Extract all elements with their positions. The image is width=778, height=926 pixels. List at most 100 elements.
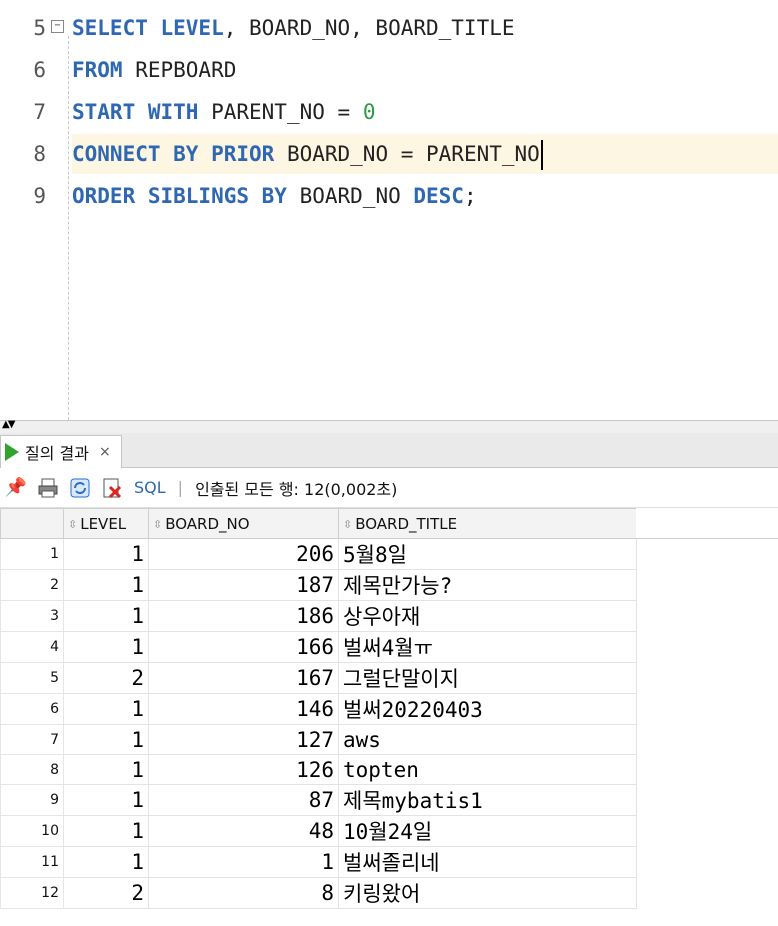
editor-line[interactable]: 5 SELECT LEVEL, BOARD_NO, BOARD_TITLE bbox=[0, 8, 778, 48]
cell-level[interactable]: 1 bbox=[63, 784, 149, 816]
cell-level[interactable]: 1 bbox=[63, 754, 149, 785]
cell-board-no[interactable]: 126 bbox=[148, 754, 339, 785]
column-header-label: BOARD_NO bbox=[165, 514, 250, 533]
grid-body: 1 1 206 5월8일 2 1 187 제목만가능? 3 1 186 상우아재 4 1 166 벌써4월ㅠ 5… bbox=[0, 538, 637, 909]
column-header-board-title[interactable]: ⇳ BOARD_TITLE bbox=[338, 508, 637, 539]
editor-line[interactable]: 7 START WITH PARENT_NO = 0 bbox=[0, 92, 778, 132]
sql-text: BOARD_NO = PARENT_NO bbox=[274, 142, 540, 166]
splitter-arrows-icon[interactable]: ▲▼ bbox=[2, 419, 15, 430]
code-text[interactable]: CONNECT BY PRIOR BOARD_NO = PARENT_NO bbox=[72, 134, 778, 174]
table-row[interactable]: 5 2 167 그럴단말이지 bbox=[0, 662, 637, 694]
sql-text: , BOARD_NO, BOARD_TITLE bbox=[223, 16, 515, 40]
cell-board-title[interactable]: 상우아재 bbox=[338, 600, 637, 632]
cell-level[interactable]: 1 bbox=[63, 631, 149, 663]
column-header-label: BOARD_TITLE bbox=[355, 514, 458, 533]
sql-text: BOARD_NO bbox=[286, 184, 414, 208]
table-row[interactable]: 2 1 187 제목만가능? bbox=[0, 569, 637, 601]
cell-board-no[interactable]: 87 bbox=[148, 784, 339, 816]
cell-board-title[interactable]: 벌써20220403 bbox=[338, 693, 637, 725]
row-number: 7 bbox=[0, 724, 64, 755]
tab-query-result[interactable]: 질의 결과 × bbox=[0, 435, 122, 468]
cell-board-no[interactable]: 206 bbox=[148, 538, 339, 570]
code-text[interactable]: START WITH PARENT_NO = 0 bbox=[72, 92, 778, 132]
cell-board-no[interactable]: 8 bbox=[148, 877, 339, 909]
row-number: 12 bbox=[0, 877, 64, 909]
cell-level[interactable]: 1 bbox=[63, 724, 149, 755]
cell-board-no[interactable]: 146 bbox=[148, 693, 339, 725]
row-number: 11 bbox=[0, 846, 64, 878]
editor-line[interactable]: 6 FROM REPBOARD bbox=[0, 50, 778, 90]
table-row[interactable]: 12 2 8 키링왔어 bbox=[0, 877, 637, 909]
column-header-level[interactable]: ⇳ LEVEL bbox=[63, 508, 149, 539]
cell-level[interactable]: 2 bbox=[63, 877, 149, 909]
cell-board-title[interactable]: 10월24일 bbox=[338, 815, 637, 847]
cell-level[interactable]: 1 bbox=[63, 600, 149, 632]
code-text[interactable]: FROM REPBOARD bbox=[72, 50, 778, 90]
cell-level[interactable]: 1 bbox=[63, 693, 149, 725]
editor-line[interactable]: 8 CONNECT BY PRIOR BOARD_NO = PARENT_NO bbox=[0, 134, 778, 174]
table-row[interactable]: 8 1 126 topten bbox=[0, 754, 637, 785]
sql-keyword: DESC bbox=[413, 184, 464, 208]
table-row[interactable]: 11 1 1 벌써졸리네 bbox=[0, 846, 637, 878]
table-row[interactable]: 7 1 127 aws bbox=[0, 724, 637, 755]
cell-level[interactable]: 2 bbox=[63, 662, 149, 694]
sort-icon[interactable]: ⇳ bbox=[68, 518, 77, 531]
cell-board-title[interactable]: 제목mybatis1 bbox=[338, 784, 637, 816]
sort-icon[interactable]: ⇳ bbox=[153, 518, 162, 531]
cell-board-title[interactable]: aws bbox=[338, 724, 637, 755]
line-number: 9 bbox=[33, 184, 46, 208]
cell-board-no[interactable]: 186 bbox=[148, 600, 339, 632]
table-row[interactable]: 6 1 146 벌써20220403 bbox=[0, 693, 637, 725]
code-text[interactable]: ORDER SIBLINGS BY BOARD_NO DESC; bbox=[72, 176, 778, 216]
tab-close-icon[interactable]: × bbox=[99, 444, 111, 460]
cell-level[interactable]: 1 bbox=[63, 846, 149, 878]
sql-button[interactable]: SQL bbox=[134, 478, 166, 497]
column-header-board-no[interactable]: ⇳ BOARD_NO bbox=[148, 508, 339, 539]
cell-board-title[interactable]: 5월8일 bbox=[338, 538, 637, 570]
row-number: 6 bbox=[0, 693, 64, 725]
cell-board-no[interactable]: 166 bbox=[148, 631, 339, 663]
cell-board-no[interactable]: 127 bbox=[148, 724, 339, 755]
sql-editor[interactable]: − 5 SELECT LEVEL, BOARD_NO, BOARD_TITLE 6 F… bbox=[0, 0, 778, 420]
cell-board-title[interactable]: 벌써4월ㅠ bbox=[338, 631, 637, 663]
cell-board-title[interactable]: topten bbox=[338, 754, 637, 785]
table-row[interactable]: 1 1 206 5월8일 bbox=[0, 538, 637, 570]
cell-board-no[interactable]: 187 bbox=[148, 569, 339, 601]
panel-splitter[interactable]: ▲▼ bbox=[0, 419, 778, 434]
cell-board-title[interactable]: 키링왔어 bbox=[338, 877, 637, 909]
print-icon[interactable] bbox=[36, 476, 60, 500]
refresh-icon[interactable] bbox=[68, 476, 92, 500]
sql-keyword: CONNECT BY PRIOR bbox=[72, 142, 275, 166]
line-number: 5 bbox=[33, 16, 46, 40]
run-result-icon bbox=[5, 443, 19, 461]
cell-board-title[interactable]: 제목만가능? bbox=[338, 569, 637, 601]
table-row[interactable]: 10 1 48 10월24일 bbox=[0, 815, 637, 847]
table-row[interactable]: 3 1 186 상우아재 bbox=[0, 600, 637, 632]
row-number: 5 bbox=[0, 662, 64, 694]
row-number-header bbox=[0, 508, 64, 539]
cell-board-no[interactable]: 167 bbox=[148, 662, 339, 694]
result-grid[interactable]: ⇳ LEVEL ⇳ BOARD_NO ⇳ BOARD_TITLE 1 1 206 5월8일 2… bbox=[0, 508, 637, 909]
cell-level[interactable]: 1 bbox=[63, 538, 149, 570]
sort-icon[interactable]: ⇳ bbox=[343, 518, 352, 531]
pin-icon[interactable]: 📌 bbox=[4, 476, 28, 500]
row-number: 4 bbox=[0, 631, 64, 663]
cell-level[interactable]: 1 bbox=[63, 815, 149, 847]
table-row[interactable]: 4 1 166 벌써4월ㅠ bbox=[0, 631, 637, 663]
sql-text: ; bbox=[463, 184, 477, 208]
line-number: 6 bbox=[33, 58, 46, 82]
editor-line[interactable]: 9 ORDER SIBLINGS BY BOARD_NO DESC; bbox=[0, 176, 778, 216]
cell-level[interactable]: 1 bbox=[63, 569, 149, 601]
cell-board-no[interactable]: 1 bbox=[148, 846, 339, 878]
cell-board-title[interactable]: 그럴단말이지 bbox=[338, 662, 637, 694]
line-number: 8 bbox=[33, 142, 46, 166]
code-text[interactable]: SELECT LEVEL, BOARD_NO, BOARD_TITLE bbox=[72, 8, 778, 48]
row-number: 8 bbox=[0, 754, 64, 785]
table-row[interactable]: 9 1 87 제목mybatis1 bbox=[0, 784, 637, 816]
export-icon[interactable] bbox=[100, 476, 124, 500]
row-number: 3 bbox=[0, 600, 64, 632]
toolbar-separator: | bbox=[177, 478, 184, 497]
cell-board-no[interactable]: 48 bbox=[148, 815, 339, 847]
cell-board-title[interactable]: 벌써졸리네 bbox=[338, 846, 637, 878]
results-tabbar: 질의 결과 × bbox=[0, 433, 778, 468]
